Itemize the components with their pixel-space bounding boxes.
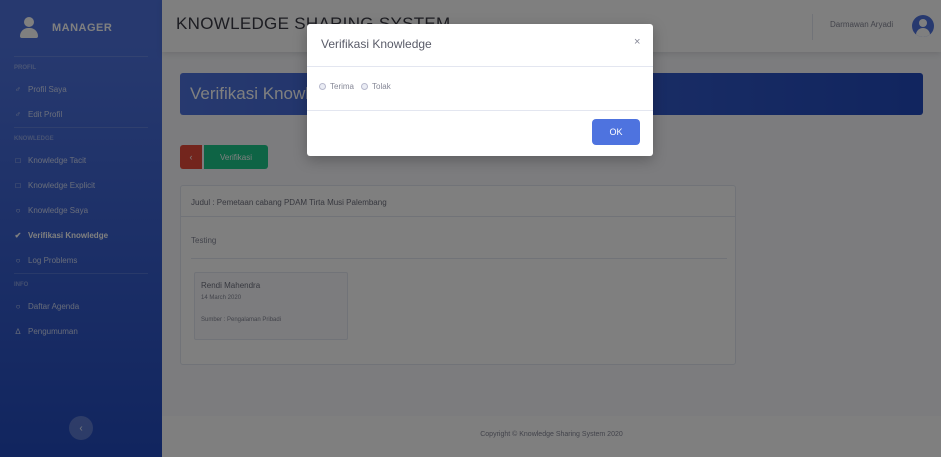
ok-button[interactable]: OK — [592, 119, 640, 145]
modal-divider — [307, 66, 653, 67]
radio-label-terima: Terima — [330, 82, 355, 91]
radio-tolak[interactable] — [361, 83, 369, 90]
close-icon[interactable]: × — [634, 36, 640, 48]
modal-title: Verifikasi Knowledge — [321, 37, 432, 51]
radio-terima[interactable] — [319, 83, 326, 90]
modal-divider — [307, 110, 653, 111]
verification-modal: Verifikasi Knowledge × Terima Tolak OK — [307, 24, 653, 156]
radio-label-tolak: Tolak — [372, 82, 391, 91]
verification-options: Terima Tolak — [319, 82, 394, 91]
